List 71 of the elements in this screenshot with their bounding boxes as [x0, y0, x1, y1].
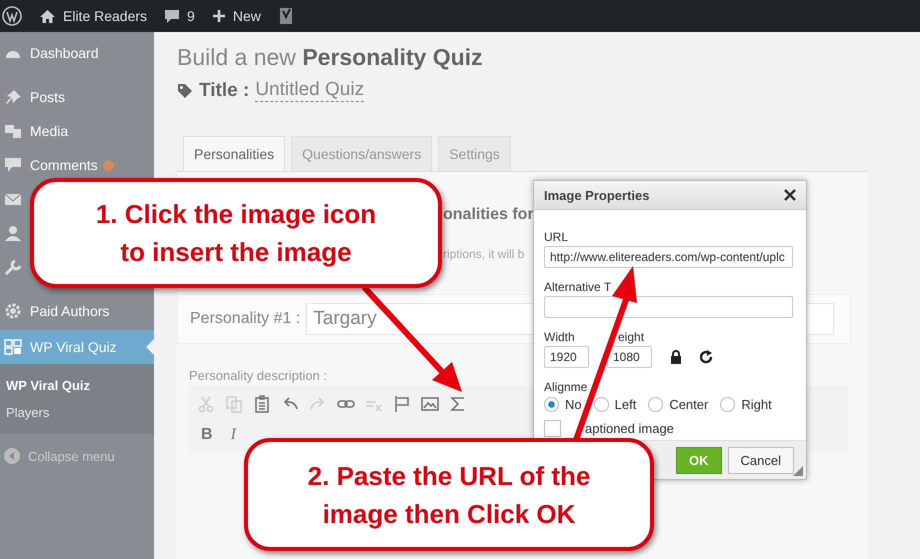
- seo-plugin-icon[interactable]: [278, 7, 294, 25]
- cancel-button[interactable]: Cancel: [728, 446, 794, 474]
- mail-icon: [4, 191, 22, 207]
- resize-grip-icon[interactable]: [793, 466, 803, 476]
- width-field[interactable]: 1920: [544, 346, 589, 368]
- url-field[interactable]: http://www.elitereaders.com/wp-content/uplc: [544, 246, 793, 268]
- italic-button[interactable]: I: [226, 426, 240, 444]
- tab[interactable]: Settings: [438, 136, 511, 171]
- sigma-icon[interactable]: [449, 394, 467, 412]
- logo-icon[interactable]: [2, 6, 22, 26]
- sidebar-item[interactable]: Dashboard: [0, 38, 154, 68]
- collapse-menu-link[interactable]: Collapse menu: [28, 448, 115, 464]
- url-label: URL: [544, 230, 570, 244]
- dialog-title: Image Properties: [544, 188, 650, 202]
- tab[interactable]: Questions/answers: [291, 136, 432, 171]
- bold-button[interactable]: B: [197, 426, 217, 444]
- reset-icon[interactable]: [700, 350, 713, 364]
- image-icon[interactable]: [421, 394, 439, 412]
- radio-button[interactable]: [594, 397, 609, 412]
- plus-icon[interactable]: [212, 9, 226, 23]
- new-link[interactable]: New: [232, 8, 261, 24]
- close-icon[interactable]: [784, 189, 796, 201]
- paste-icon[interactable]: [253, 394, 271, 412]
- personality-label: Personality #1 :: [190, 310, 300, 328]
- callout-text: 1. Click the image icon to insert the image: [96, 198, 376, 269]
- height-label: eight: [617, 330, 646, 344]
- callout-text: 2. Paste the URL of the image then Click OK: [308, 460, 590, 530]
- sidebar-item[interactable]: Posts: [0, 82, 154, 112]
- radio-button[interactable]: [720, 397, 736, 412]
- sidebar-item[interactable]: Media: [0, 116, 154, 146]
- radio-label: Right: [741, 397, 772, 412]
- ok-button[interactable]: OK: [676, 446, 722, 474]
- radio-label: Left: [614, 397, 636, 412]
- radio-label: No: [565, 397, 582, 412]
- title-label: Title :: [199, 80, 250, 102]
- tag-icon: [177, 82, 193, 98]
- checkbox[interactable]: [544, 420, 561, 437]
- title-field[interactable]: Untitled Quiz: [255, 79, 364, 102]
- lock-icon[interactable]: [670, 350, 682, 364]
- section-heading: onalities for: [443, 206, 534, 224]
- radio-button[interactable]: [544, 397, 559, 412]
- anchor-icon[interactable]: [393, 394, 411, 412]
- comment-count[interactable]: 9: [187, 8, 195, 24]
- page-heading: Build a new Personality Quiz: [177, 44, 484, 71]
- user-icon: [4, 225, 22, 241]
- height-field[interactable]: 1080: [607, 346, 652, 368]
- radio-button[interactable]: [648, 397, 664, 412]
- description-label: Personality description :: [189, 368, 328, 383]
- gear-icon: [4, 303, 22, 319]
- home-icon[interactable]: [39, 8, 56, 24]
- submenu-item[interactable]: WP Viral Quiz: [0, 372, 154, 399]
- submenu-item[interactable]: Players: [0, 399, 154, 426]
- sidebar-item[interactable]: WP Viral Quiz: [0, 330, 154, 364]
- tools-icon: [4, 259, 22, 275]
- comments-icon: [4, 157, 22, 173]
- media-icon: [4, 123, 22, 139]
- sidebar-item[interactable]: Comments: [0, 150, 154, 180]
- comment-icon[interactable]: [164, 8, 180, 24]
- count-badge: [102, 160, 114, 170]
- tab[interactable]: Personalities: [183, 136, 286, 171]
- alt-text-label: Alternative T: [544, 280, 612, 294]
- section-note: riptions, it will b: [443, 247, 524, 261]
- posts-icon: [4, 89, 22, 105]
- site-name-link[interactable]: Elite Readers: [63, 8, 148, 24]
- width-label: Width: [544, 330, 576, 344]
- sidebar-item[interactable]: Paid Authors: [0, 296, 154, 326]
- alt-text-field[interactable]: [544, 296, 793, 318]
- radio-label: Center: [669, 397, 708, 412]
- checkbox-label: aptioned image: [584, 421, 674, 436]
- quiz-icon: [4, 339, 22, 355]
- alignment-label: Alignme: [544, 380, 588, 394]
